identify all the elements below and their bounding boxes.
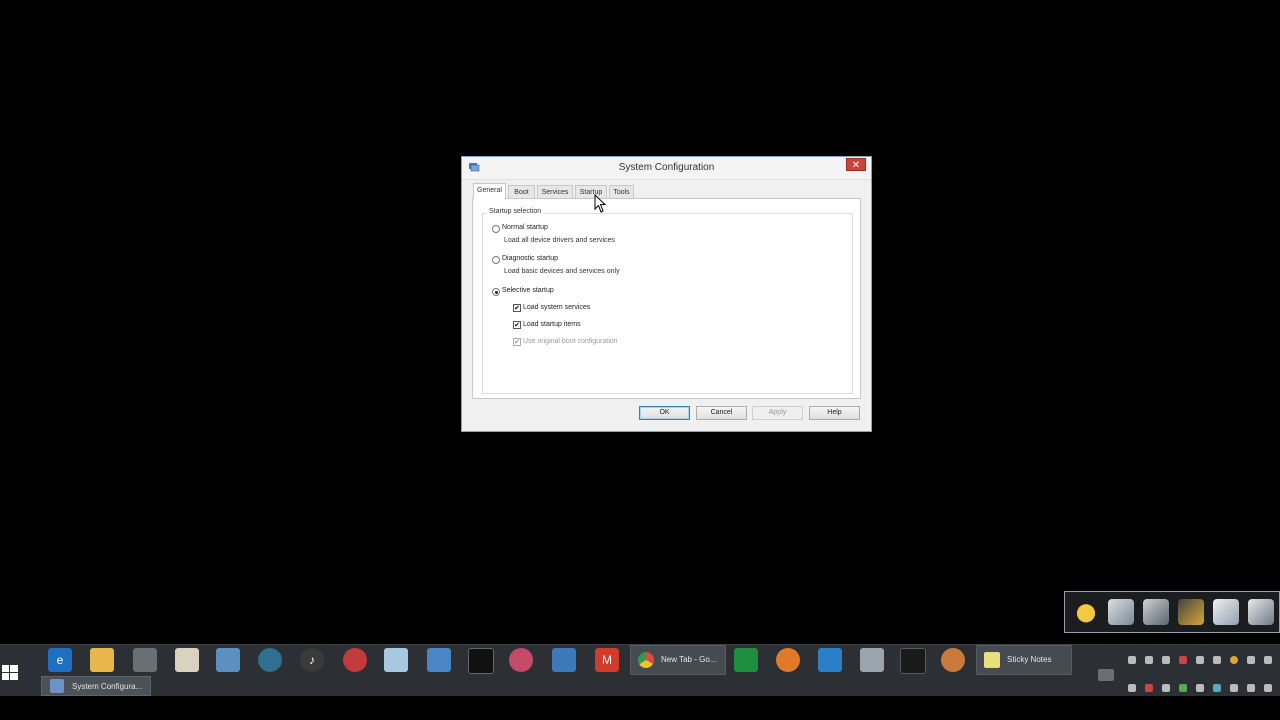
smiley-icon[interactable] bbox=[1073, 599, 1099, 625]
normal-startup-description: Load all device drivers and services bbox=[504, 237, 615, 244]
chrome-window-label: New Tab - Go... bbox=[661, 655, 717, 664]
mouse-cursor-icon bbox=[594, 194, 607, 213]
startup-selection-label: Startup selection bbox=[487, 208, 544, 215]
taskbar-chrome-window[interactable]: New Tab - Go... bbox=[630, 645, 726, 675]
chrome-icon bbox=[638, 652, 654, 668]
general-tab-panel: Startup selection Normal startup Load al… bbox=[472, 198, 861, 399]
tray-icon-3[interactable] bbox=[1162, 656, 1170, 664]
tab-boot[interactable]: Boot bbox=[508, 185, 535, 198]
tray-icon-16[interactable] bbox=[1230, 684, 1238, 692]
help-button[interactable]: Help bbox=[809, 406, 860, 420]
normal-startup-label[interactable]: Normal startup bbox=[502, 224, 548, 231]
tray-overflow-popup bbox=[1064, 591, 1280, 633]
tray-icon-13[interactable] bbox=[1179, 684, 1187, 692]
taskbar: e ♪ M New Tab - Go... Sticky Notes Syste… bbox=[0, 644, 1280, 697]
tray-icon-11[interactable] bbox=[1145, 684, 1153, 692]
network-drive-icon[interactable] bbox=[1143, 599, 1169, 625]
notepad-icon[interactable] bbox=[384, 648, 408, 672]
selective-startup-radio[interactable] bbox=[492, 288, 500, 296]
tray-icon-8[interactable] bbox=[1247, 656, 1255, 664]
tray-icon-4[interactable] bbox=[1179, 656, 1187, 664]
tray-icon-14[interactable] bbox=[1196, 684, 1204, 692]
internet-explorer-icon[interactable]: e bbox=[48, 648, 72, 672]
normal-startup-radio[interactable] bbox=[492, 225, 500, 233]
tray-icon-1[interactable] bbox=[1128, 656, 1136, 664]
tray-icon-10[interactable] bbox=[1128, 684, 1136, 692]
load-startup-items-label[interactable]: Load startup items bbox=[523, 321, 581, 328]
printer-icon[interactable] bbox=[860, 648, 884, 672]
use-original-boot-checkbox: ✔ bbox=[513, 338, 521, 346]
window-title: System Configuration bbox=[618, 162, 715, 173]
tab-tools[interactable]: Tools bbox=[609, 185, 634, 198]
sticky-notes-icon bbox=[984, 652, 1000, 668]
taskbar-sticky-notes-window[interactable]: Sticky Notes bbox=[976, 645, 1072, 675]
tab-services[interactable]: Services bbox=[537, 185, 573, 198]
tray-icon-5[interactable] bbox=[1196, 656, 1204, 664]
terminal-icon[interactable] bbox=[468, 648, 494, 674]
diagnostic-startup-radio[interactable] bbox=[492, 256, 500, 264]
file-explorer-icon[interactable] bbox=[90, 648, 114, 672]
spreadsheet-icon[interactable] bbox=[734, 648, 758, 672]
mcafee-icon[interactable]: M bbox=[595, 648, 619, 672]
system-tray bbox=[1096, 645, 1280, 697]
sticky-notes-label: Sticky Notes bbox=[1007, 655, 1052, 664]
startup-selection-group: Startup selection Normal startup Load al… bbox=[482, 208, 853, 394]
tray-icon-6[interactable] bbox=[1213, 656, 1221, 664]
document-icon[interactable] bbox=[175, 648, 199, 672]
user-icon[interactable] bbox=[941, 648, 965, 672]
firefox-icon[interactable] bbox=[776, 648, 800, 672]
tray-icon-2[interactable] bbox=[1145, 656, 1153, 664]
music-icon[interactable]: ♪ bbox=[300, 648, 324, 672]
selective-startup-label[interactable]: Selective startup bbox=[502, 287, 554, 294]
load-system-services-label[interactable]: Load system services bbox=[523, 304, 590, 311]
media-icon[interactable] bbox=[133, 648, 157, 672]
devices-icon[interactable] bbox=[1213, 599, 1239, 625]
close-button[interactable]: ✕ bbox=[846, 158, 866, 171]
taskbar-system-configuration-window[interactable]: System Configura... bbox=[41, 676, 151, 696]
network-user-icon[interactable] bbox=[1108, 599, 1134, 625]
title-bar[interactable]: System Configuration ✕ bbox=[462, 157, 871, 180]
keyboard-icon[interactable] bbox=[1098, 669, 1114, 681]
windows-start-icon[interactable] bbox=[0, 645, 24, 697]
cancel-button[interactable]: Cancel bbox=[696, 406, 747, 420]
globe-icon[interactable] bbox=[258, 648, 282, 672]
text-editor-icon[interactable] bbox=[818, 648, 842, 672]
signal-icon[interactable] bbox=[1264, 684, 1272, 692]
diagnostic-startup-label[interactable]: Diagnostic startup bbox=[502, 255, 558, 262]
use-original-boot-label: Use original boot configuration bbox=[523, 338, 618, 345]
diagnostic-startup-description: Load basic devices and services only bbox=[504, 268, 620, 275]
monitor-icon[interactable] bbox=[900, 648, 926, 674]
system-configuration-dialog: System Configuration ✕ General Boot Serv… bbox=[461, 156, 872, 432]
app-icon[interactable] bbox=[216, 648, 240, 672]
tray-icon-12[interactable] bbox=[1162, 684, 1170, 692]
tray-icon-9[interactable] bbox=[1264, 656, 1272, 664]
apply-button: Apply bbox=[752, 406, 803, 420]
load-system-services-checkbox[interactable]: ✔ bbox=[513, 304, 521, 312]
load-startup-items-checkbox[interactable]: ✔ bbox=[513, 321, 521, 329]
ok-button[interactable]: OK bbox=[639, 406, 690, 420]
bottom-strip bbox=[0, 696, 1280, 720]
mail-icon[interactable] bbox=[427, 648, 451, 672]
msconfig-taskbar-icon bbox=[50, 679, 64, 693]
pen-icon[interactable] bbox=[1178, 599, 1204, 625]
computer-icon[interactable] bbox=[1248, 599, 1274, 625]
game-icon[interactable] bbox=[343, 648, 367, 672]
speaker-icon[interactable] bbox=[1247, 684, 1255, 692]
remote-icon[interactable] bbox=[552, 648, 576, 672]
tray-icon-15[interactable] bbox=[1213, 684, 1221, 692]
tab-general[interactable]: General bbox=[473, 183, 506, 199]
system-configuration-taskbar-label: System Configura... bbox=[72, 682, 143, 691]
paint-icon[interactable] bbox=[509, 648, 533, 672]
tray-icon-7[interactable] bbox=[1230, 656, 1238, 664]
